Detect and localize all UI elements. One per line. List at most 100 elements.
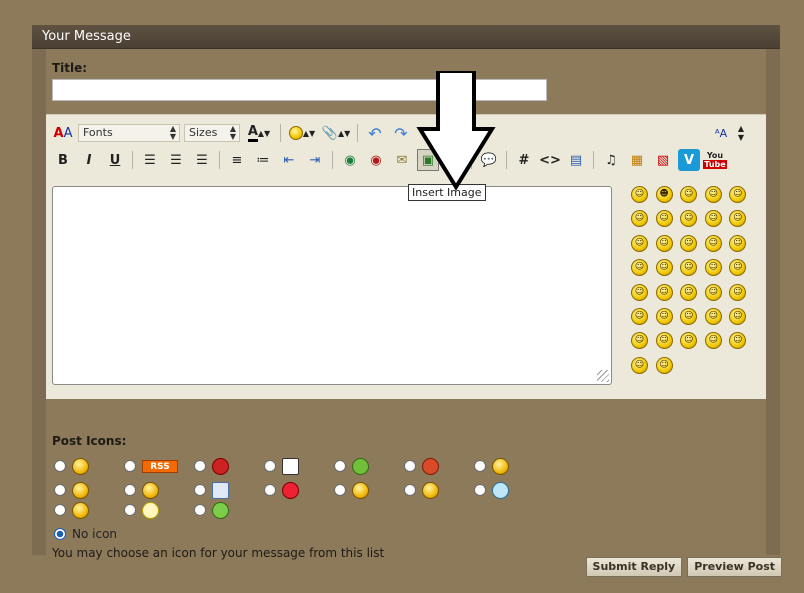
radio-button[interactable] (334, 484, 346, 496)
smiley-icon[interactable]: ☺ (655, 283, 673, 301)
post-icon-option[interactable] (474, 456, 544, 476)
post-icon-option[interactable] (124, 500, 194, 520)
hash-icon[interactable]: # (513, 149, 535, 171)
post-icon-option[interactable] (334, 480, 404, 500)
radio-button[interactable] (124, 460, 136, 472)
italic-button[interactable]: I (78, 149, 100, 171)
font-color-icon[interactable]: A ▲▼ (244, 122, 274, 144)
post-icon-option[interactable] (54, 480, 124, 500)
submit-reply-button[interactable]: Submit Reply (585, 557, 683, 577)
radio-button[interactable] (194, 460, 206, 472)
preview-post-button[interactable]: Preview Post (687, 557, 782, 577)
smiley-icon[interactable]: ☺ (631, 332, 648, 350)
radio-button[interactable] (124, 504, 136, 516)
post-icon-option[interactable] (194, 480, 264, 500)
smiley-icon[interactable]: ☺ (729, 210, 747, 228)
post-icon-option[interactable] (404, 480, 474, 500)
smiley-icon[interactable]: ☺ (680, 234, 698, 252)
smiley-icon[interactable]: ☺ (655, 234, 673, 252)
smiley-icon[interactable]: ▲▼ (287, 122, 317, 144)
code-icon[interactable]: <> (539, 149, 561, 171)
smiley-icon[interactable]: ☺ (631, 307, 648, 325)
smiley-icon[interactable]: ☺ (729, 259, 747, 277)
post-icon-option[interactable]: RSS (124, 456, 194, 476)
radio-button[interactable] (264, 460, 276, 472)
attachment-icon[interactable]: 📎 ▲▼ (321, 122, 351, 144)
outdent-icon[interactable]: ⇤ (278, 149, 300, 171)
smiley-icon[interactable]: ☺ (680, 283, 698, 301)
post-icon-option[interactable] (264, 456, 334, 476)
smiley-icon[interactable]: ☺ (631, 210, 648, 228)
smiley-icon[interactable]: ☺ (704, 186, 722, 203)
message-textarea[interactable] (52, 186, 612, 385)
smiley-icon[interactable]: ☺ (631, 356, 648, 374)
smiley-icon[interactable]: ☻ (655, 186, 673, 203)
smiley-icon[interactable]: ☺ (729, 234, 747, 252)
smiley-icon[interactable]: ☺ (729, 332, 747, 350)
smiley-icon[interactable]: ☺ (680, 186, 698, 203)
size-select[interactable]: Sizes ▲ ▼ (184, 124, 240, 142)
ordered-list-icon[interactable]: ≡ (226, 149, 248, 171)
post-icon-option[interactable] (124, 480, 194, 500)
font-select[interactable]: Fonts ▲ ▼ (78, 124, 180, 142)
smiley-icon[interactable]: ☺ (631, 259, 648, 277)
post-icon-option[interactable] (194, 500, 264, 520)
align-left-icon[interactable]: ☰ (139, 149, 161, 171)
smiley-icon[interactable]: ☺ (704, 307, 722, 325)
resize-grip[interactable] (597, 370, 609, 382)
resize-icon[interactable]: ▲ ▼ (734, 122, 748, 144)
radio-button[interactable] (404, 460, 416, 472)
smiley-icon[interactable]: ☺ (655, 307, 673, 325)
align-center-icon[interactable]: ☰ (165, 149, 187, 171)
smiley-icon[interactable]: ☺ (729, 307, 747, 325)
smiley-icon[interactable]: ☺ (655, 332, 673, 350)
vimeo-icon[interactable]: V (678, 149, 700, 171)
radio-button[interactable] (334, 460, 346, 472)
radio-button[interactable] (54, 484, 66, 496)
radio-button[interactable] (404, 484, 416, 496)
youtube-icon[interactable]: You Tube (703, 149, 727, 171)
post-icon-option[interactable] (404, 456, 474, 476)
redo-icon[interactable]: ↷ (390, 122, 412, 144)
smiley-icon[interactable]: ☺ (729, 283, 747, 301)
smiley-icon[interactable]: ☺ (655, 210, 673, 228)
smiley-icon[interactable]: ☺ (631, 186, 648, 203)
radio-button[interactable] (474, 460, 486, 472)
smiley-icon[interactable]: ☺ (680, 259, 698, 277)
post-icon-option[interactable] (334, 456, 404, 476)
post-icon-option[interactable] (194, 456, 264, 476)
smiley-icon[interactable]: ☺ (655, 259, 673, 277)
radio-button[interactable] (474, 484, 486, 496)
align-right-icon[interactable]: ☰ (191, 149, 213, 171)
smiley-icon[interactable]: ☺ (631, 234, 648, 252)
undo-icon[interactable]: ↶ (364, 122, 386, 144)
smiley-icon[interactable]: ☺ (680, 332, 698, 350)
post-icon-option[interactable] (264, 480, 334, 500)
radio-button[interactable] (264, 484, 276, 496)
post-icon-option[interactable] (54, 500, 124, 520)
unordered-list-icon[interactable]: ≔ (252, 149, 274, 171)
radio-button-selected[interactable] (54, 528, 66, 540)
remove-format-icon[interactable]: AA (52, 122, 74, 144)
smiley-icon[interactable]: ☺ (704, 259, 722, 277)
post-icon-option[interactable] (54, 456, 124, 476)
smiley-icon[interactable]: ☺ (729, 186, 747, 203)
php-icon[interactable]: ▤ (565, 149, 587, 171)
smiley-icon[interactable]: ☺ (704, 332, 722, 350)
pdf-icon[interactable]: ▧ (652, 149, 674, 171)
radio-button[interactable] (54, 504, 66, 516)
gallery-icon[interactable]: ▦ (626, 149, 648, 171)
radio-button[interactable] (124, 484, 136, 496)
smiley-icon[interactable]: ☺ (680, 307, 698, 325)
switch-mode-icon[interactable]: ᴬA (710, 122, 732, 144)
radio-button[interactable] (194, 484, 206, 496)
smiley-icon[interactable]: ☺ (704, 234, 722, 252)
smiley-icon[interactable]: ☺ (704, 283, 722, 301)
music-icon[interactable]: ♫ (600, 149, 622, 171)
email-icon[interactable]: ✉ (391, 149, 413, 171)
smiley-icon[interactable]: ☺ (655, 356, 673, 374)
radio-button[interactable] (194, 504, 206, 516)
insert-link-icon[interactable]: ◉ (339, 149, 361, 171)
post-icon-option[interactable] (474, 480, 544, 500)
smiley-icon[interactable]: ☺ (631, 283, 648, 301)
